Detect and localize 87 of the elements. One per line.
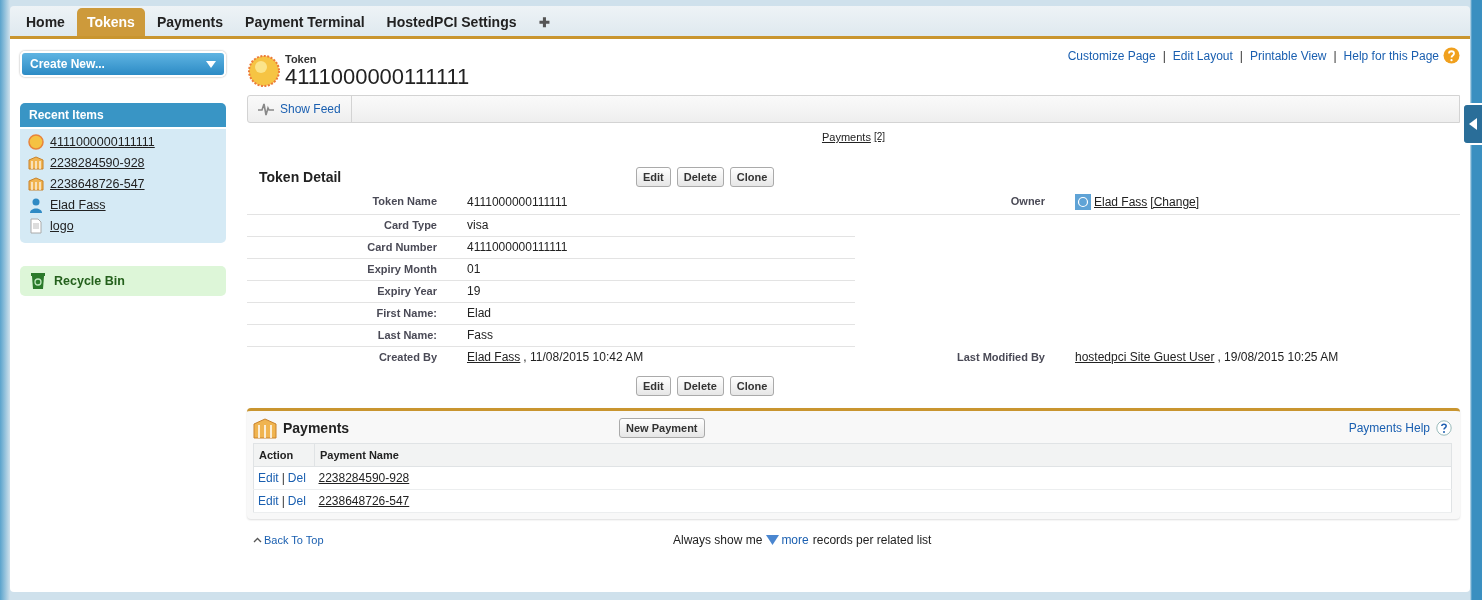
tab[interactable]: HostedPCI Settings: [376, 8, 527, 36]
delete-link[interactable]: Del: [287, 494, 306, 508]
down-triangle-icon: [766, 535, 780, 545]
related-list-link[interactable]: Payments: [821, 131, 871, 143]
back-to-top-link[interactable]: Back To Top: [247, 534, 673, 546]
action-button[interactable]: Clone: [729, 376, 775, 396]
user-link[interactable]: Elad Fass: [1094, 195, 1148, 209]
help-link[interactable]: Payments Help: [1348, 421, 1430, 435]
field-value: 4111000000111111: [467, 240, 568, 254]
section-title: Payments: [283, 420, 351, 436]
field-label: Card Number: [367, 241, 437, 253]
recent-item-link[interactable]: 4111000000111111: [50, 135, 155, 149]
field-label: Created By: [378, 351, 437, 363]
page-link[interactable]: Printable View: [1250, 48, 1327, 63]
related-count: [2]: [873, 131, 885, 143]
edit-link[interactable]: Edit: [258, 471, 279, 485]
help-icon[interactable]: [1436, 420, 1452, 436]
new-payment-button[interactable]: New Payment: [619, 418, 705, 438]
action-button[interactable]: Clone: [729, 167, 775, 187]
column-header: Payment Name: [320, 449, 399, 461]
date-text: , 19/08/2015 10:25 AM: [1217, 350, 1339, 364]
pulse-icon: [258, 102, 274, 116]
action-button[interactable]: Delete: [676, 376, 724, 396]
field-value: Fass: [467, 328, 493, 342]
field-label: Last Modified By: [957, 351, 1045, 363]
action-button[interactable]: Edit: [636, 167, 671, 187]
person-icon: [28, 197, 44, 213]
field-label: First Name:: [376, 307, 437, 319]
separator: |: [1162, 48, 1166, 63]
recycle-bin[interactable]: Recycle Bin: [20, 266, 226, 296]
separator: |: [281, 494, 285, 508]
sun-icon: [28, 134, 44, 150]
caret-icon: [206, 60, 216, 68]
recent-item-link[interactable]: Elad Fass: [50, 198, 106, 212]
change-link[interactable]: [Change]: [1150, 195, 1200, 209]
field-label: Token Name: [372, 195, 437, 207]
recent-item-link[interactable]: logo: [50, 219, 74, 233]
record-type-label: Token: [285, 53, 318, 65]
separator: |: [1333, 48, 1337, 63]
field-value: visa: [467, 218, 489, 232]
page-link[interactable]: Help for this Page: [1343, 48, 1439, 63]
payment-link[interactable]: 2238284590-928: [318, 471, 410, 485]
action-button[interactable]: Edit: [636, 376, 671, 396]
field-label: Owner: [1010, 195, 1045, 207]
tab[interactable]: Home: [16, 8, 75, 36]
user-link[interactable]: hostedpci Site Guest User: [1075, 350, 1215, 364]
sun-icon: [247, 54, 281, 88]
sidebar-toggle[interactable]: [1462, 103, 1482, 145]
page-link[interactable]: Edit Layout: [1172, 48, 1233, 63]
record-title: 4111000000111111: [285, 65, 470, 89]
section-title: Token Detail: [258, 169, 343, 185]
separator: |: [281, 471, 285, 485]
user-link[interactable]: Elad Fass: [467, 350, 521, 364]
document-icon: [28, 218, 44, 234]
footer-text: records per related list: [812, 533, 932, 547]
user-avatar-icon: [1075, 194, 1091, 210]
footer-text: Always show me: [673, 533, 763, 547]
date-text: , 11/08/2015 10:42 AM: [523, 350, 644, 364]
field-label: Last Name:: [377, 329, 437, 341]
field-label: Card Type: [384, 219, 437, 231]
box-icon: [28, 155, 44, 171]
recent-item-link[interactable]: 2238648726-547: [50, 177, 145, 191]
field-value: Elad: [467, 306, 492, 320]
delete-link[interactable]: Del: [287, 471, 306, 485]
field-label: Expiry Year: [377, 285, 437, 297]
up-caret-icon: [253, 537, 262, 543]
field-label: Expiry Month: [367, 263, 437, 275]
page-link[interactable]: Customize Page: [1067, 48, 1156, 63]
edit-link[interactable]: Edit: [258, 494, 279, 508]
recent-item-link[interactable]: 2238284590-928: [50, 156, 145, 170]
tab[interactable]: Payment Terminal: [235, 8, 375, 36]
left-arrow-icon: [1469, 118, 1477, 130]
field-value: 01: [467, 262, 481, 276]
more-link[interactable]: more: [781, 533, 809, 547]
trash-icon: [30, 272, 46, 290]
box-icon: [28, 176, 44, 192]
field-value: 19: [467, 284, 481, 298]
column-header: Action: [259, 449, 294, 461]
show-feed-button[interactable]: Show Feed: [248, 96, 352, 122]
action-button[interactable]: Delete: [676, 167, 724, 187]
separator: |: [1239, 48, 1243, 63]
box-icon: [253, 417, 277, 439]
add-tab-button[interactable]: ✚: [528, 8, 560, 36]
recent-items-header: Recent Items: [20, 103, 226, 127]
field-value: 4111000000111111: [467, 195, 568, 209]
tab[interactable]: Payments: [146, 8, 234, 36]
payment-link[interactable]: 2238648726-547: [318, 494, 410, 508]
